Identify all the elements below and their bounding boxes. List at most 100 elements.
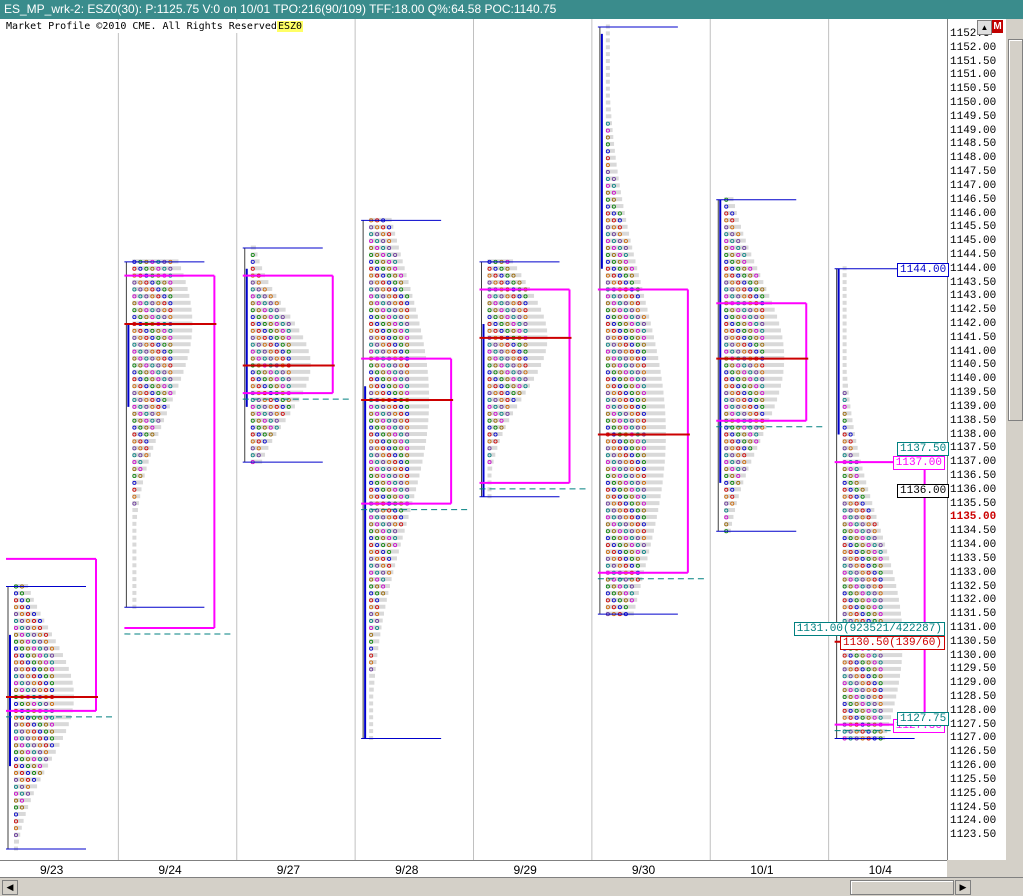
profile-bar	[369, 729, 374, 734]
profile-bar	[369, 694, 374, 699]
scroll-left-arrow-icon[interactable]: ◀	[2, 880, 18, 895]
profile-bar	[132, 590, 137, 595]
profile-bar	[605, 100, 611, 105]
chart-area[interactable]	[0, 19, 947, 860]
price-tick: 1128.50	[950, 691, 997, 704]
profile-bar	[842, 611, 901, 616]
profile-bar	[605, 38, 610, 43]
profile-bar	[605, 86, 610, 91]
profile-bar	[842, 286, 847, 291]
horizontal-scrollbar[interactable]: ◀ ▶	[0, 877, 1023, 896]
profile-bar	[842, 342, 847, 347]
profile-bar	[132, 556, 137, 561]
price-tick: 1148.50	[950, 138, 997, 151]
profile-bar	[132, 514, 138, 519]
current-price-tick: 1135.00	[950, 511, 997, 524]
scroll-up-arrow-icon[interactable]: ▲	[977, 20, 992, 35]
profile-bar	[724, 266, 758, 271]
profile-bar	[842, 293, 847, 298]
profile-bar	[369, 646, 379, 651]
profile-bar	[842, 349, 847, 354]
profile-bar	[369, 722, 374, 727]
profile-bar	[605, 141, 615, 146]
profile-bar	[605, 52, 610, 57]
tag-1130-50: 1130.50(139/60)	[839, 635, 945, 650]
tag-1144: 1144.00	[897, 262, 950, 277]
profile-bar	[132, 342, 191, 347]
profile-bar	[369, 528, 405, 533]
profile-bar	[605, 390, 664, 395]
price-tick: 1141.50	[950, 331, 997, 344]
price-tick: 1139.50	[950, 387, 997, 400]
price-tick: 1136.00	[950, 483, 997, 496]
tag-1127-75: 1127.75	[897, 711, 950, 726]
profile-bar	[842, 376, 848, 381]
price-axis[interactable]: 1152.5 1152.00 1151.50 1151.00 1150.50 1150.0…	[947, 19, 1005, 860]
m-button[interactable]: M	[992, 20, 1003, 33]
price-tick: 1152.00	[950, 41, 997, 54]
profile-bar	[842, 666, 901, 671]
price-tick: 1147.00	[950, 179, 997, 192]
profile-bar	[132, 535, 137, 540]
price-tick: 1131.50	[950, 608, 997, 621]
profile-bar	[605, 273, 639, 278]
profile-bar	[250, 259, 260, 264]
profile-bar	[487, 397, 522, 402]
profile-bar	[842, 321, 847, 326]
profile-bar	[369, 701, 374, 706]
profile-bar	[842, 356, 847, 361]
date-label: 9/27	[276, 863, 301, 877]
scroll-right-arrow-icon[interactable]: ▶	[955, 880, 971, 895]
profile-bar	[605, 528, 654, 533]
profile-bar	[132, 542, 137, 547]
profile-bar	[14, 839, 19, 844]
profile-bar	[369, 687, 374, 692]
price-tick: 1123.50	[950, 829, 997, 842]
copyright-text: Market Profile ©2010 CME. All Rights Res…	[6, 21, 277, 32]
profile-bar	[250, 307, 286, 312]
horizontal-scrollbar-thumb[interactable]	[850, 880, 954, 895]
price-tick: 1150.50	[950, 83, 997, 96]
price-tick: 1137.50	[950, 442, 997, 455]
profile-bar	[132, 563, 137, 568]
price-tick: 1145.00	[950, 235, 997, 248]
profile-bar	[842, 383, 848, 388]
price-tick: 1130.00	[950, 649, 997, 662]
price-tick: 1141.00	[950, 345, 997, 358]
profile-bar	[132, 577, 137, 582]
profile-bar	[605, 280, 641, 285]
vertical-scrollbar[interactable]	[1005, 19, 1023, 860]
profile-bar	[842, 314, 847, 319]
price-tick: 1138.00	[950, 428, 997, 441]
profile-bar	[132, 411, 167, 416]
price-tick: 1149.00	[950, 124, 997, 137]
profile-bar	[842, 307, 847, 312]
price-tick: 1150.00	[950, 96, 997, 109]
profile-bar	[605, 466, 665, 471]
price-tick: 1137.00	[950, 456, 997, 469]
profile-bar	[487, 273, 522, 278]
price-tick: 1134.00	[950, 539, 997, 552]
profile-bar	[14, 763, 49, 768]
tag-1131: 1131.00(923521/422287)	[793, 621, 945, 636]
symbol-badge[interactable]: ESZ0	[276, 21, 304, 32]
market-profile-chart[interactable]	[0, 19, 947, 860]
profile-bar	[605, 335, 654, 340]
price-tick: 1125.00	[950, 787, 997, 800]
date-label: 9/24	[158, 863, 182, 877]
price-tick: 1144.00	[950, 262, 997, 275]
profile-bar	[250, 418, 286, 423]
window-title-bar: ES_MP_wrk-2: ESZ0(30): P:1125.75 V:0 on …	[0, 0, 1023, 19]
price-tick: 1139.00	[950, 400, 997, 413]
profile-bar	[132, 528, 137, 533]
profile-bar	[14, 625, 49, 630]
date-label: 10/1	[750, 863, 774, 877]
price-tick: 1124.50	[950, 801, 997, 814]
profile-bar	[250, 376, 309, 381]
price-tick: 1144.50	[950, 248, 997, 261]
profile-bar	[605, 473, 664, 478]
vertical-scrollbar-thumb[interactable]	[1008, 39, 1023, 421]
window-title: ES_MP_wrk-2: ESZ0(30): P:1125.75 V:0 on …	[4, 2, 557, 16]
price-tick: 1133.00	[950, 566, 997, 579]
price-tick: 1148.00	[950, 152, 997, 165]
